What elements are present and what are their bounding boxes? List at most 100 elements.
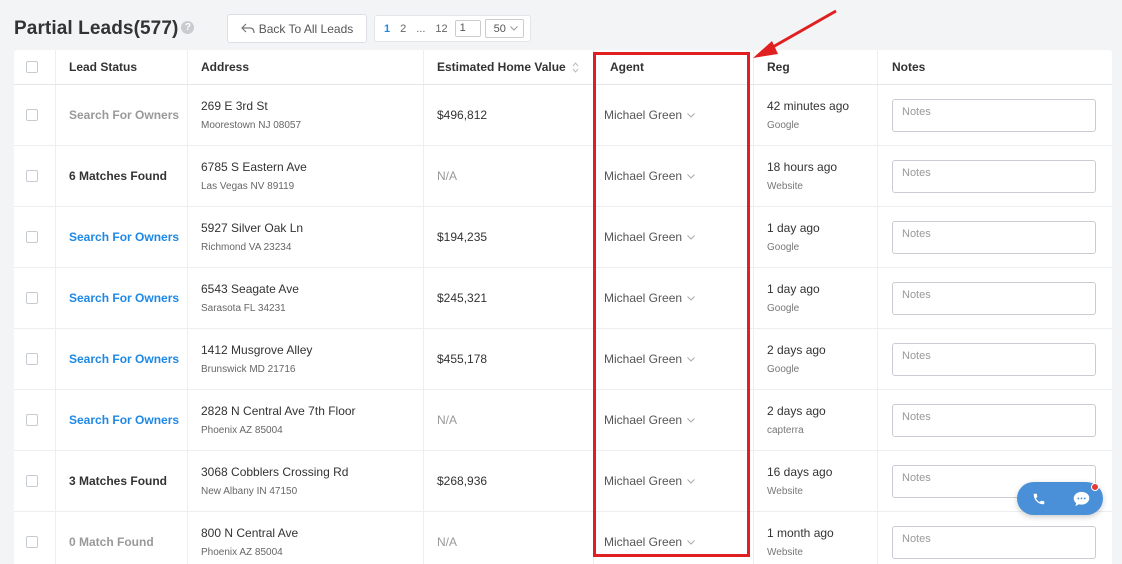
reg-time: 42 minutes ago xyxy=(767,99,850,113)
row-checkbox[interactable] xyxy=(26,170,38,182)
col-header-reg[interactable]: Reg xyxy=(767,50,790,84)
select-all-checkbox[interactable] xyxy=(26,61,38,73)
agent-select[interactable]: Michael Green xyxy=(604,535,695,549)
notes-input[interactable]: Notes xyxy=(892,403,1096,437)
agent-select[interactable]: Michael Green xyxy=(604,291,695,305)
reg-time: 18 hours ago xyxy=(767,160,838,174)
agent-select[interactable]: Michael Green xyxy=(604,352,695,366)
table-row: Search For Owners 269 E 3rd St Moorestown … xyxy=(14,85,1112,146)
notes-input[interactable]: Notes xyxy=(892,220,1096,254)
chat-bubble-icon[interactable] xyxy=(1071,488,1093,510)
street-address[interactable]: 269 E 3rd St xyxy=(201,99,301,113)
reg-time: 1 day ago xyxy=(767,282,820,296)
city-state-zip: Moorestown NJ 08057 xyxy=(201,120,302,131)
reg-time: 2 days ago xyxy=(767,343,826,357)
row-checkbox[interactable] xyxy=(26,109,38,121)
notes-cell: Notes xyxy=(892,512,1096,564)
agent-select[interactable]: Michael Green xyxy=(604,169,695,183)
row-checkbox[interactable] xyxy=(26,231,38,243)
chevron-down-icon xyxy=(510,26,518,31)
lead-status-link[interactable]: Search For Owners xyxy=(69,413,179,427)
agent-name: Michael Green xyxy=(604,474,683,488)
lead-status-link[interactable]: Search For Owners xyxy=(69,108,179,122)
home-value: $455,178 xyxy=(437,352,488,366)
lead-status-link[interactable]: 0 Match Found xyxy=(69,535,154,549)
city-state-zip: New Albany IN 47150 xyxy=(201,486,298,497)
lead-status-link[interactable]: Search For Owners xyxy=(69,291,179,305)
home-value-cell: $245,321 xyxy=(437,268,487,328)
lead-status-cell: Search For Owners xyxy=(69,390,179,450)
table-row: Search For Owners 1412 Musgrove Alley Brun… xyxy=(14,329,1112,390)
phone-icon[interactable] xyxy=(1028,488,1050,510)
page-link-12[interactable]: 12 xyxy=(432,23,450,35)
street-address[interactable]: 800 N Central Ave xyxy=(201,526,298,540)
page-jump-input[interactable]: 1 xyxy=(454,20,481,37)
agent-select[interactable]: Michael Green xyxy=(604,108,695,122)
home-value-cell: N/A xyxy=(437,146,457,206)
agent-name: Michael Green xyxy=(604,108,683,122)
lead-status-link[interactable]: Search For Owners xyxy=(69,352,179,366)
lead-status-link[interactable]: 6 Matches Found xyxy=(69,169,167,183)
home-value: N/A xyxy=(437,413,458,427)
street-address[interactable]: 6543 Seagate Ave xyxy=(201,282,299,296)
notes-cell: Notes xyxy=(892,85,1096,145)
reg-source: capterra xyxy=(767,425,804,436)
row-select-cell xyxy=(26,146,38,206)
notes-input[interactable]: Notes xyxy=(892,342,1096,376)
col-header-agent[interactable]: Agent xyxy=(610,50,644,84)
pagination: 1 2 ... 12 1 50 xyxy=(374,15,531,42)
leads-table: Lead Status Address Estimated Home Value… xyxy=(14,50,1112,564)
street-address[interactable]: 3068 Cobblers Crossing Rd xyxy=(201,465,348,479)
agent-name: Michael Green xyxy=(604,352,683,366)
row-checkbox[interactable] xyxy=(26,475,38,487)
row-checkbox[interactable] xyxy=(26,536,38,548)
reg-cell: 16 days ago Website xyxy=(767,451,832,511)
address-cell: 5927 Silver Oak Ln Richmond VA 23234 xyxy=(201,207,303,267)
lead-status-link[interactable]: Search For Owners xyxy=(69,230,179,244)
notes-input[interactable]: Notes xyxy=(892,159,1096,193)
sort-icon[interactable] xyxy=(572,61,579,73)
col-header-lead-status[interactable]: Lead Status xyxy=(69,50,137,84)
chevron-down-icon xyxy=(687,356,695,362)
city-state-zip: Phoenix AZ 85004 xyxy=(201,425,283,436)
reg-cell: 18 hours ago Website xyxy=(767,146,837,206)
col-header-home-value[interactable]: Estimated Home Value xyxy=(437,50,579,84)
agent-cell: Michael Green xyxy=(604,451,695,511)
page-link-2[interactable]: 2 xyxy=(397,23,409,35)
street-address[interactable]: 6785 S Eastern Ave xyxy=(201,160,307,174)
notes-input[interactable]: Notes xyxy=(892,525,1096,559)
home-value-cell: N/A xyxy=(437,390,457,450)
reg-cell: 42 minutes ago Google xyxy=(767,85,849,145)
question-circle-icon[interactable]: ? xyxy=(181,20,195,34)
page-ellipsis[interactable]: ... xyxy=(413,23,428,35)
lead-status-link[interactable]: 3 Matches Found xyxy=(69,474,167,488)
address-cell: 6543 Seagate Ave Sarasota FL 34231 xyxy=(201,268,299,328)
page-size-value: 50 xyxy=(493,22,506,35)
page-size-select[interactable]: 50 xyxy=(484,19,524,38)
street-address[interactable]: 5927 Silver Oak Ln xyxy=(201,221,303,235)
home-value: $268,936 xyxy=(437,474,488,488)
agent-cell: Michael Green xyxy=(604,329,695,389)
agent-select[interactable]: Michael Green xyxy=(604,474,695,488)
notes-input[interactable]: Notes xyxy=(892,281,1096,315)
home-value-cell: $194,235 xyxy=(437,207,487,267)
table-row: Search For Owners 2828 N Central Ave 7th … xyxy=(14,390,1112,451)
agent-cell: Michael Green xyxy=(604,146,695,206)
page-link-1[interactable]: 1 xyxy=(381,23,393,35)
notification-dot xyxy=(1091,483,1099,491)
city-state-zip: Brunswick MD 21716 xyxy=(201,364,296,375)
back-to-all-leads-button[interactable]: Back To All Leads xyxy=(227,14,367,43)
street-address[interactable]: 2828 N Central Ave 7th Floor xyxy=(201,404,356,418)
agent-select[interactable]: Michael Green xyxy=(604,413,695,427)
street-address[interactable]: 1412 Musgrove Alley xyxy=(201,343,312,357)
row-checkbox[interactable] xyxy=(26,414,38,426)
home-value: N/A xyxy=(437,169,458,183)
lead-status-cell: 3 Matches Found xyxy=(69,451,167,511)
notes-cell: Notes xyxy=(892,207,1096,267)
row-checkbox[interactable] xyxy=(26,353,38,365)
row-checkbox[interactable] xyxy=(26,292,38,304)
notes-input[interactable]: Notes xyxy=(892,98,1096,132)
row-select-cell xyxy=(26,85,38,145)
agent-select[interactable]: Michael Green xyxy=(604,230,695,244)
lead-status-cell: Search For Owners xyxy=(69,85,179,145)
